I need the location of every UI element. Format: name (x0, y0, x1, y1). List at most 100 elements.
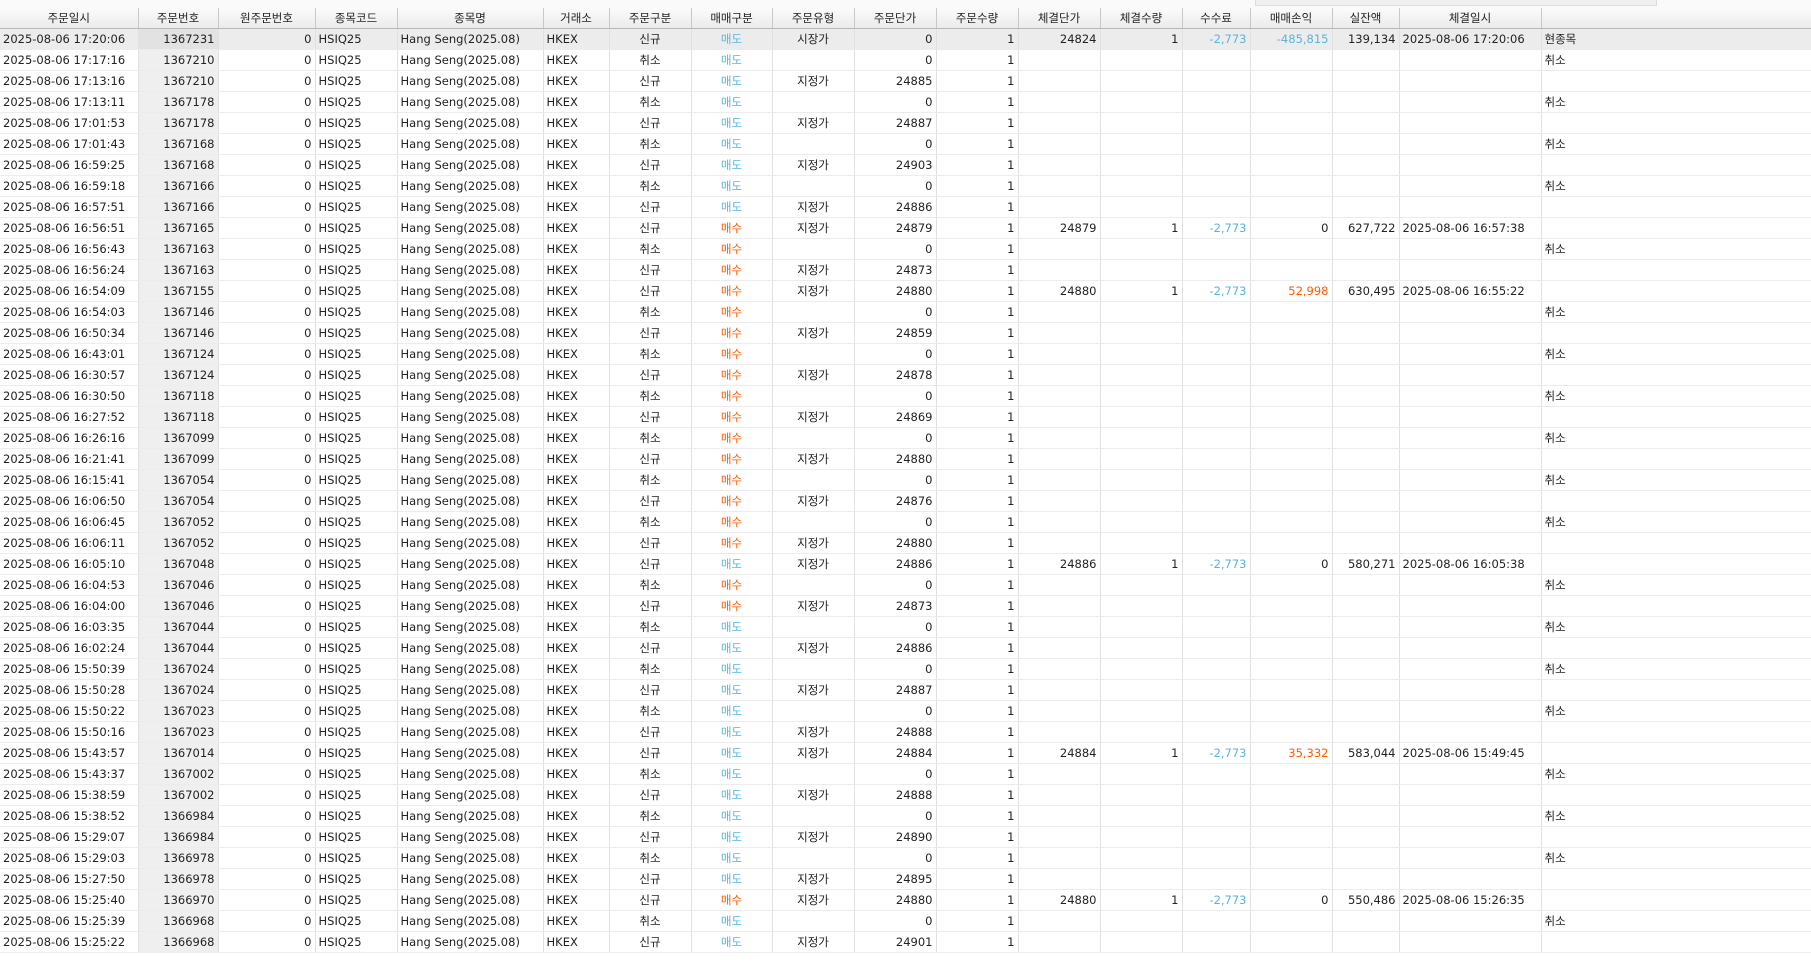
column-header-balance[interactable]: 실잔액 (1332, 8, 1400, 29)
column-header-pnl[interactable]: 매매손익 (1250, 8, 1333, 29)
cell-exchange: HKEX (543, 658, 610, 680)
cell-pnl (1250, 112, 1333, 134)
cell-balance: 550,486 (1332, 889, 1400, 911)
table-row[interactable]: 2025-08-06 15:29:07 1366984 0 HSIQ25 Hang Se… (0, 826, 1811, 848)
column-header-exchange[interactable]: 거래소 (543, 8, 610, 29)
cell-exchange: HKEX (543, 385, 610, 407)
cell-order-price: 24873 (854, 259, 937, 281)
cell-symbol-name: Hang Seng(2025.08) (397, 868, 544, 890)
table-row[interactable]: 2025-08-06 16:21:41 1367099 0 HSIQ25 Hang Se… (0, 448, 1811, 470)
table-row[interactable]: 2025-08-06 16:05:10 1367048 0 HSIQ25 Hang Se… (0, 553, 1811, 575)
table-row[interactable]: 2025-08-06 16:06:11 1367052 0 HSIQ25 Hang Se… (0, 532, 1811, 554)
table-row[interactable]: 2025-08-06 16:26:16 1367099 0 HSIQ25 Hang Se… (0, 427, 1811, 449)
column-header-order-price[interactable]: 주문단가 (854, 8, 937, 29)
cell-side: 매도 (691, 70, 773, 92)
cell-fill-time (1399, 196, 1542, 218)
cell-order-type: 지정가 (772, 553, 855, 575)
column-header-original-order-no[interactable]: 원주문번호 (218, 8, 316, 29)
table-row[interactable]: 2025-08-06 16:59:18 1367166 0 HSIQ25 Hang Se… (0, 175, 1811, 197)
cell-symbol-name: Hang Seng(2025.08) (397, 49, 544, 71)
column-header-fill-qty[interactable]: 체결수량 (1100, 8, 1183, 29)
table-row[interactable]: 2025-08-06 15:27:50 1366978 0 HSIQ25 Hang Se… (0, 868, 1811, 890)
table-row[interactable]: 2025-08-06 17:17:16 1367210 0 HSIQ25 Hang Se… (0, 49, 1811, 71)
cell-order-type: 지정가 (772, 532, 855, 554)
column-header-order-time[interactable]: 주문일시 (0, 8, 139, 29)
cell-symbol-code: HSIQ25 (315, 280, 398, 302)
cell-symbol-name: Hang Seng(2025.08) (397, 490, 544, 512)
cell-order-kind: 신규 (609, 70, 692, 92)
table-row[interactable]: 2025-08-06 15:50:16 1367023 0 HSIQ25 Hang Se… (0, 721, 1811, 743)
table-row[interactable]: 2025-08-06 16:06:45 1367052 0 HSIQ25 Hang Se… (0, 511, 1811, 533)
column-header-order-kind[interactable]: 주문구분 (609, 8, 692, 29)
table-row[interactable]: 2025-08-06 15:29:03 1366978 0 HSIQ25 Hang Se… (0, 847, 1811, 869)
table-row[interactable]: 2025-08-06 15:25:39 1366968 0 HSIQ25 Hang Se… (0, 910, 1811, 932)
column-header-order-qty[interactable]: 주문수량 (936, 8, 1019, 29)
table-row[interactable]: 2025-08-06 15:50:28 1367024 0 HSIQ25 Hang Se… (0, 679, 1811, 701)
table-row[interactable]: 2025-08-06 15:38:52 1366984 0 HSIQ25 Hang Se… (0, 805, 1811, 827)
table-row[interactable]: 2025-08-06 16:50:34 1367146 0 HSIQ25 Hang Se… (0, 322, 1811, 344)
table-row[interactable]: 2025-08-06 15:25:40 1366970 0 HSIQ25 Hang Se… (0, 889, 1811, 911)
table-row[interactable]: 2025-08-06 17:01:53 1367178 0 HSIQ25 Hang Se… (0, 112, 1811, 134)
cell-order-qty: 1 (936, 112, 1019, 134)
table-row[interactable]: 2025-08-06 16:03:35 1367044 0 HSIQ25 Hang Se… (0, 616, 1811, 638)
table-row[interactable]: 2025-08-06 16:27:52 1367118 0 HSIQ25 Hang Se… (0, 406, 1811, 428)
cell-fee (1182, 532, 1251, 554)
cell-fill-price (1018, 70, 1101, 92)
cell-order-type (772, 574, 855, 596)
cell-status-note (1541, 70, 1811, 92)
table-row[interactable]: 2025-08-06 16:30:57 1367124 0 HSIQ25 Hang Se… (0, 364, 1811, 386)
table-row[interactable]: 2025-08-06 16:30:50 1367118 0 HSIQ25 Hang Se… (0, 385, 1811, 407)
column-header-fill-time[interactable]: 체결일시 (1399, 8, 1542, 29)
table-row[interactable]: 2025-08-06 15:25:22 1366968 0 HSIQ25 Hang Se… (0, 931, 1811, 953)
cell-status-note: 취소 (1541, 49, 1811, 71)
table-row[interactable]: 2025-08-06 16:06:50 1367054 0 HSIQ25 Hang Se… (0, 490, 1811, 512)
table-row[interactable]: 2025-08-06 16:02:24 1367044 0 HSIQ25 Hang Se… (0, 637, 1811, 659)
cell-fee: -2,773 (1182, 742, 1251, 764)
cell-symbol-code: HSIQ25 (315, 889, 398, 911)
column-header-fill-price[interactable]: 체결단가 (1018, 8, 1101, 29)
table-row[interactable]: 2025-08-06 15:50:39 1367024 0 HSIQ25 Hang Se… (0, 658, 1811, 680)
table-row[interactable]: 2025-08-06 16:04:53 1367046 0 HSIQ25 Hang Se… (0, 574, 1811, 596)
column-header-symbol-name[interactable]: 종목명 (397, 8, 544, 29)
cell-original-order-no: 0 (218, 175, 316, 197)
table-row[interactable]: 2025-08-06 15:50:22 1367023 0 HSIQ25 Hang Se… (0, 700, 1811, 722)
table-row[interactable]: 2025-08-06 16:43:01 1367124 0 HSIQ25 Hang Se… (0, 343, 1811, 365)
column-header-order-no[interactable]: 주문번호 (138, 8, 219, 29)
cell-order-kind: 취소 (609, 805, 692, 827)
cell-fill-qty (1100, 574, 1183, 596)
table-row[interactable]: 2025-08-06 16:56:24 1367163 0 HSIQ25 Hang Se… (0, 259, 1811, 281)
horizontal-scrollbar[interactable] (1255, 0, 1657, 6)
cell-order-price: 24880 (854, 532, 937, 554)
table-row[interactable]: 2025-08-06 16:04:00 1367046 0 HSIQ25 Hang Se… (0, 595, 1811, 617)
cell-exchange: HKEX (543, 91, 610, 113)
table-row[interactable]: 2025-08-06 16:54:09 1367155 0 HSIQ25 Hang Se… (0, 280, 1811, 302)
cell-fee (1182, 805, 1251, 827)
table-row[interactable]: 2025-08-06 15:43:57 1367014 0 HSIQ25 Hang Se… (0, 742, 1811, 764)
table-row[interactable]: 2025-08-06 17:13:11 1367178 0 HSIQ25 Hang Se… (0, 91, 1811, 113)
table-row[interactable]: 2025-08-06 16:56:51 1367165 0 HSIQ25 Hang Se… (0, 217, 1811, 239)
cell-symbol-code: HSIQ25 (315, 763, 398, 785)
table-row[interactable]: 2025-08-06 16:56:43 1367163 0 HSIQ25 Hang Se… (0, 238, 1811, 260)
cell-balance (1332, 133, 1400, 155)
table-row[interactable]: 2025-08-06 17:13:16 1367210 0 HSIQ25 Hang Se… (0, 70, 1811, 92)
column-header-fee[interactable]: 수수료 (1182, 8, 1251, 29)
column-header-symbol-code[interactable]: 종목코드 (315, 8, 398, 29)
cell-order-no: 1367124 (138, 343, 219, 365)
table-row[interactable]: 2025-08-06 16:54:03 1367146 0 HSIQ25 Hang Se… (0, 301, 1811, 323)
table-row[interactable]: 2025-08-06 15:43:37 1367002 0 HSIQ25 Hang Se… (0, 763, 1811, 785)
cell-fill-price (1018, 301, 1101, 323)
table-row[interactable]: 2025-08-06 17:01:43 1367168 0 HSIQ25 Hang Se… (0, 133, 1811, 155)
table-row[interactable]: 2025-08-06 16:57:51 1367166 0 HSIQ25 Hang Se… (0, 196, 1811, 218)
table-row[interactable]: 2025-08-06 17:20:06 1367231 0 HSIQ25 Hang Se… (0, 28, 1811, 50)
cell-order-type: 지정가 (772, 595, 855, 617)
cell-status-note (1541, 154, 1811, 176)
cell-pnl: -485,815 (1250, 28, 1333, 50)
column-header-side[interactable]: 매매구분 (691, 8, 773, 29)
column-header-order-type[interactable]: 주문유형 (772, 8, 855, 29)
table-row[interactable]: 2025-08-06 16:59:25 1367168 0 HSIQ25 Hang Se… (0, 154, 1811, 176)
cell-original-order-no: 0 (218, 364, 316, 386)
table-row[interactable]: 2025-08-06 16:15:41 1367054 0 HSIQ25 Hang Se… (0, 469, 1811, 491)
cell-status-note (1541, 112, 1811, 134)
table-row[interactable]: 2025-08-06 15:38:59 1367002 0 HSIQ25 Hang Se… (0, 784, 1811, 806)
cell-balance (1332, 490, 1400, 512)
